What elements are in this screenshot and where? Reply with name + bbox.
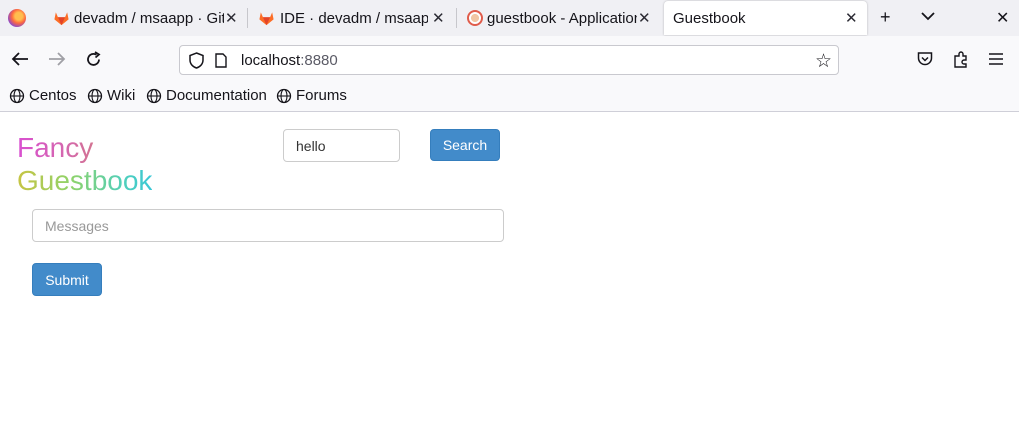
globe-icon (146, 88, 162, 103)
close-tab-icon[interactable]: ✕ (432, 9, 445, 27)
page-info-icon[interactable] (215, 53, 227, 68)
tab-guestbook[interactable]: Guestbook ✕ (664, 1, 867, 35)
tab-strip: devadm / msaapp · GitL ✕ IDE · devadm / … (0, 0, 1019, 36)
logo-line-1: Fancy (17, 131, 152, 164)
tab-title: devadm / msaapp · GitL (74, 9, 224, 27)
logo-line-2: Guestbook (17, 165, 153, 196)
close-tab-icon[interactable]: ✕ (845, 9, 858, 27)
guestbook-app-icon (467, 10, 483, 26)
url-port: :8880 (300, 52, 338, 69)
submit-button[interactable]: Submit (32, 263, 102, 296)
bookmark-label: Centos (29, 87, 77, 104)
url-bar[interactable]: localhost:8880 ☆ (179, 45, 839, 75)
bookmark-centos[interactable]: Centos (9, 87, 77, 104)
tab-gitlab-msaapp[interactable]: devadm / msaapp · GitL ✕ (42, 0, 246, 36)
tab-title: guestbook - Application (487, 9, 637, 27)
tab-title: Guestbook (673, 9, 746, 27)
navigation-toolbar: localhost:8880 ☆ (0, 36, 1019, 82)
bookmark-label: Wiki (107, 87, 136, 104)
close-tab-icon[interactable]: ✕ (638, 9, 651, 27)
bookmarks-toolbar: Centos Wiki Documentation Forums (0, 82, 1019, 112)
tab-title: IDE · devadm / msaapp (280, 9, 428, 27)
close-tab-icon[interactable]: ✕ (225, 9, 238, 27)
pocket-icon[interactable] (917, 52, 933, 67)
close-window-icon[interactable]: ✕ (996, 8, 1009, 28)
new-tab-icon[interactable]: + (880, 7, 891, 28)
globe-icon (9, 88, 25, 103)
gitlab-icon (54, 12, 69, 26)
reload-icon[interactable] (85, 51, 102, 68)
globe-icon (87, 88, 103, 103)
globe-icon (276, 88, 292, 103)
bookmark-star-icon[interactable]: ☆ (815, 50, 832, 73)
bookmark-documentation[interactable]: Documentation (146, 87, 267, 104)
back-icon[interactable] (11, 51, 29, 67)
forward-icon[interactable] (48, 51, 66, 67)
url-host: localhost (241, 52, 301, 69)
bookmark-label: Documentation (166, 87, 267, 104)
chevron-down-icon[interactable] (921, 12, 935, 21)
bookmark-label: Forums (296, 87, 347, 104)
search-input[interactable] (283, 129, 400, 162)
url-text[interactable]: localhost:8880 (241, 52, 338, 69)
extensions-icon[interactable] (953, 51, 969, 68)
firefox-menu-icon[interactable] (8, 9, 26, 27)
tab-gitlab-ide[interactable]: IDE · devadm / msaapp ✕ (248, 0, 455, 36)
bookmark-wiki[interactable]: Wiki (87, 87, 135, 104)
search-button[interactable]: Search (430, 129, 500, 161)
guestbook-logo: Fancy Guestbook (17, 131, 152, 197)
tab-guestbook-application[interactable]: guestbook - Application ✕ (457, 0, 662, 36)
gitlab-icon (259, 12, 274, 26)
tracking-protection-shield-icon[interactable] (189, 52, 204, 69)
messages-input[interactable] (32, 209, 504, 242)
bookmark-forums[interactable]: Forums (276, 87, 347, 104)
hamburger-menu-icon[interactable] (989, 53, 1003, 65)
page-content: Fancy Guestbook Search Submit (0, 113, 1019, 438)
